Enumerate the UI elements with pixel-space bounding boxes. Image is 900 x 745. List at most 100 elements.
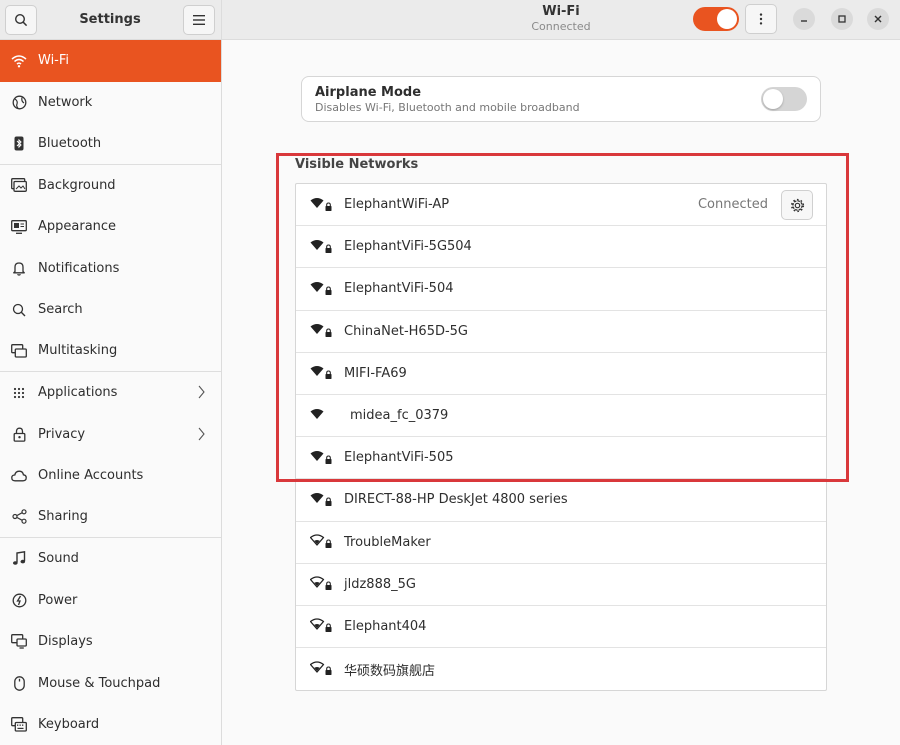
wifi-signal-full-secure-icon (310, 197, 332, 211)
sidebar-item-search[interactable]: Search (0, 289, 221, 331)
wifi-signal-full-secure-icon (310, 492, 332, 506)
sidebar-item-label: Multitasking (38, 343, 118, 359)
sidebar-item-label: Network (38, 94, 93, 110)
network-name: ElephantViFi-505 (344, 450, 454, 466)
sidebar-item-label: Wi-Fi (38, 53, 70, 69)
sidebar-item-background[interactable]: Background (0, 165, 221, 207)
network-row[interactable]: MIFI-FA69 (296, 353, 826, 395)
minimize-icon (801, 20, 807, 22)
display-icon (11, 634, 27, 649)
lock-icon (13, 427, 25, 442)
sidebar-item-notifications[interactable]: Notifications (0, 248, 221, 290)
network-name: MIFI-FA69 (344, 365, 407, 381)
network-name: ElephantWiFi-AP (344, 197, 450, 213)
network-row[interactable]: ElephantViFi-504 (296, 268, 826, 311)
wifi-signal-full-icon (310, 408, 324, 419)
search-icon (14, 13, 28, 26)
wifi-signal-full-secure-icon (310, 366, 332, 380)
close-icon (874, 15, 882, 23)
toggle-knob (717, 9, 737, 29)
sidebar-item-bluetooth[interactable]: Bluetooth (0, 123, 221, 165)
sidebar-item-label: Notifications (38, 260, 120, 276)
network-name: ChinaNet-H65D-5G (344, 323, 469, 339)
minimize-button[interactable] (793, 8, 815, 30)
music-note-icon (13, 551, 26, 566)
network-name: jldz888_5G (344, 576, 416, 592)
network-row[interactable]: ElephantViFi-505 (296, 437, 826, 480)
appearance-icon (11, 219, 27, 234)
network-name: TroubleMaker (344, 534, 431, 550)
wifi-signal-full-secure-icon (310, 324, 332, 338)
network-row[interactable]: TroubleMaker (296, 522, 826, 564)
network-name: ElephantViFi-5G504 (344, 239, 472, 255)
airplane-mode-row: Airplane Mode Disables Wi-Fi, Bluetooth … (301, 76, 821, 122)
network-name: 华硕数码旗舰店 (344, 663, 436, 679)
sidebar-item-displays[interactable]: Displays (0, 621, 221, 663)
hamburger-menu-button[interactable] (183, 4, 215, 35)
sidebar-item-power[interactable]: Power (0, 580, 221, 622)
wifi-toggle[interactable] (693, 7, 739, 31)
hamburger-icon (193, 14, 205, 25)
network-name: Elephant404 (344, 618, 427, 634)
sidebar-item-mouse-touchpad[interactable]: Mouse & Touchpad (0, 663, 221, 705)
visible-networks-heading: Visible Networks (295, 157, 419, 172)
sidebar-item-network[interactable]: Network (0, 82, 221, 124)
wifi-signal-weak-secure-icon (310, 534, 332, 549)
sidebar-item-label: Keyboard (38, 717, 100, 733)
network-row[interactable]: jldz888_5G (296, 564, 826, 606)
close-button[interactable] (867, 8, 889, 30)
network-list: ElephantWiFi-AP Connected ElephantViFi-5G5… (295, 183, 827, 692)
sidebar-item-sound[interactable]: Sound (0, 538, 221, 580)
sidebar-item-label: Mouse & Touchpad (38, 675, 161, 691)
wifi-signal-weak-secure-icon (310, 618, 332, 633)
network-row[interactable]: ElephantWiFi-AP Connected (296, 184, 826, 227)
airplane-mode-toggle[interactable] (761, 87, 807, 111)
network-row[interactable]: DIRECT-88-HP DeskJet 4800 series (296, 479, 826, 522)
wifi-icon (11, 55, 27, 68)
cloud-icon (11, 470, 27, 482)
maximize-button[interactable] (831, 8, 853, 30)
network-row[interactable]: 华硕数码旗舰店 (296, 648, 826, 690)
sidebar-item-online-accounts[interactable]: Online Accounts (0, 455, 221, 497)
sidebar-header: Settings (0, 0, 221, 40)
sidebar-item-appearance[interactable]: Appearance (0, 206, 221, 248)
search-icon (12, 303, 26, 317)
chevron-right-icon (198, 427, 205, 440)
network-settings-button[interactable] (781, 190, 813, 220)
sidebar-item-sharing[interactable]: Sharing (0, 497, 221, 538)
network-row[interactable]: Elephant404 (296, 606, 826, 649)
mouse-icon (13, 675, 25, 691)
bell-icon (13, 262, 25, 276)
wifi-signal-weak-secure-icon (310, 661, 332, 676)
wifi-signal-weak-secure-icon (310, 576, 332, 591)
wifi-signal-full-secure-icon (310, 450, 332, 464)
toggle-knob (763, 89, 783, 109)
airplane-mode-subtitle: Disables Wi-Fi, Bluetooth and mobile bro… (315, 101, 580, 114)
vertical-dots-icon (759, 13, 763, 25)
network-name: ElephantViFi-504 (344, 281, 454, 297)
gear-icon (790, 198, 804, 212)
more-options-button[interactable] (745, 4, 777, 34)
sidebar-item-privacy[interactable]: Privacy (0, 414, 221, 456)
sidebar-item-label: Privacy (38, 426, 86, 442)
sidebar-title: Settings (79, 12, 141, 27)
sidebar-item-label: Bluetooth (38, 135, 102, 151)
network-name: DIRECT-88-HP DeskJet 4800 series (344, 492, 568, 508)
headerbar: Wi-Fi Connected (222, 0, 900, 40)
sidebar-item-multitasking[interactable]: Multitasking (0, 331, 221, 372)
sidebar-item-label: Search (38, 302, 83, 318)
sidebar-item-keyboard[interactable]: Keyboard (0, 704, 221, 745)
power-icon (12, 593, 26, 608)
network-row[interactable]: ChinaNet-H65D-5G (296, 311, 826, 353)
network-row[interactable]: ElephantViFi-5G504 (296, 226, 826, 269)
network-status: Connected (697, 197, 768, 212)
search-button[interactable] (5, 4, 37, 35)
sidebar-item-applications[interactable]: Applications (0, 372, 221, 414)
sidebar-item-label: Online Accounts (38, 468, 144, 484)
sidebar-item-label: Sound (38, 551, 79, 567)
sidebar-item-wifi[interactable]: Wi-Fi (0, 40, 221, 82)
chevron-right-icon (198, 385, 205, 399)
sidebar-item-label: Sharing (38, 509, 88, 525)
network-row[interactable]: midea_fc_0379 (296, 395, 826, 438)
main-content: Airplane Mode Disables Wi-Fi, Bluetooth … (222, 41, 900, 745)
